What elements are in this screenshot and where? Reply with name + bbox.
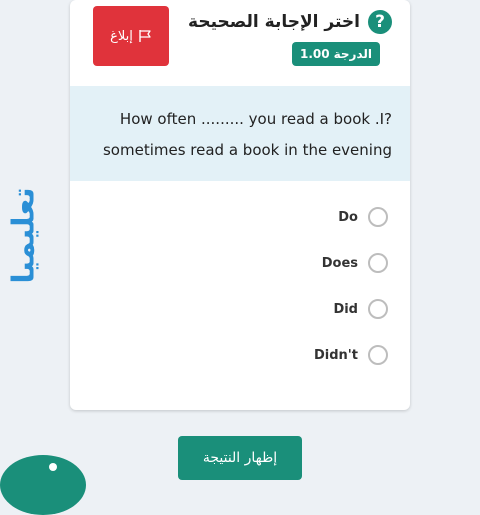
option-does[interactable]: Does bbox=[322, 251, 388, 275]
option-do[interactable]: Do bbox=[338, 205, 388, 229]
page-title: اختر الإجابة الصحيحة bbox=[188, 12, 360, 32]
question-box: How often ......... you read a book .I? … bbox=[70, 86, 410, 181]
info-fab-button[interactable] bbox=[0, 455, 86, 515]
question-line-2: sometimes read a book in the evening bbox=[102, 141, 392, 159]
option-label: Did bbox=[333, 301, 358, 317]
grade-badge: الدرجة 1.00 bbox=[292, 42, 380, 66]
option-label: Didn't bbox=[313, 347, 358, 363]
grade-value: 1.00 bbox=[300, 47, 330, 61]
question-card: إبلاغ ? اختر الإجابة الصحيحة الدرجة 1.00… bbox=[70, 0, 410, 410]
radio-button[interactable] bbox=[368, 345, 388, 365]
question-line-1: How often ......... you read a book .I? bbox=[119, 110, 392, 128]
radio-button[interactable] bbox=[368, 207, 388, 227]
report-button[interactable]: إبلاغ bbox=[93, 6, 169, 66]
report-label: إبلاغ bbox=[110, 28, 133, 44]
option-label: Do bbox=[338, 209, 358, 225]
show-result-button[interactable]: إظهار النتيجة bbox=[178, 436, 302, 480]
option-did[interactable]: Did bbox=[333, 297, 388, 321]
radio-button[interactable] bbox=[368, 299, 388, 319]
radio-button[interactable] bbox=[368, 253, 388, 273]
watermark-text: تعليميا bbox=[6, 186, 42, 284]
help-glyph: ? bbox=[375, 12, 385, 32]
watermark: تعليميا bbox=[0, 175, 52, 295]
question-circle-icon[interactable]: ? bbox=[368, 10, 392, 34]
grade-label: الدرجة bbox=[333, 47, 372, 61]
info-icon bbox=[49, 463, 57, 471]
option-didnt[interactable]: Didn't bbox=[314, 343, 388, 367]
title-row: ? اختر الإجابة الصحيحة bbox=[188, 8, 392, 36]
flag-icon bbox=[139, 30, 151, 42]
show-result-label: إظهار النتيجة bbox=[202, 450, 278, 466]
option-label: Does bbox=[321, 255, 358, 271]
